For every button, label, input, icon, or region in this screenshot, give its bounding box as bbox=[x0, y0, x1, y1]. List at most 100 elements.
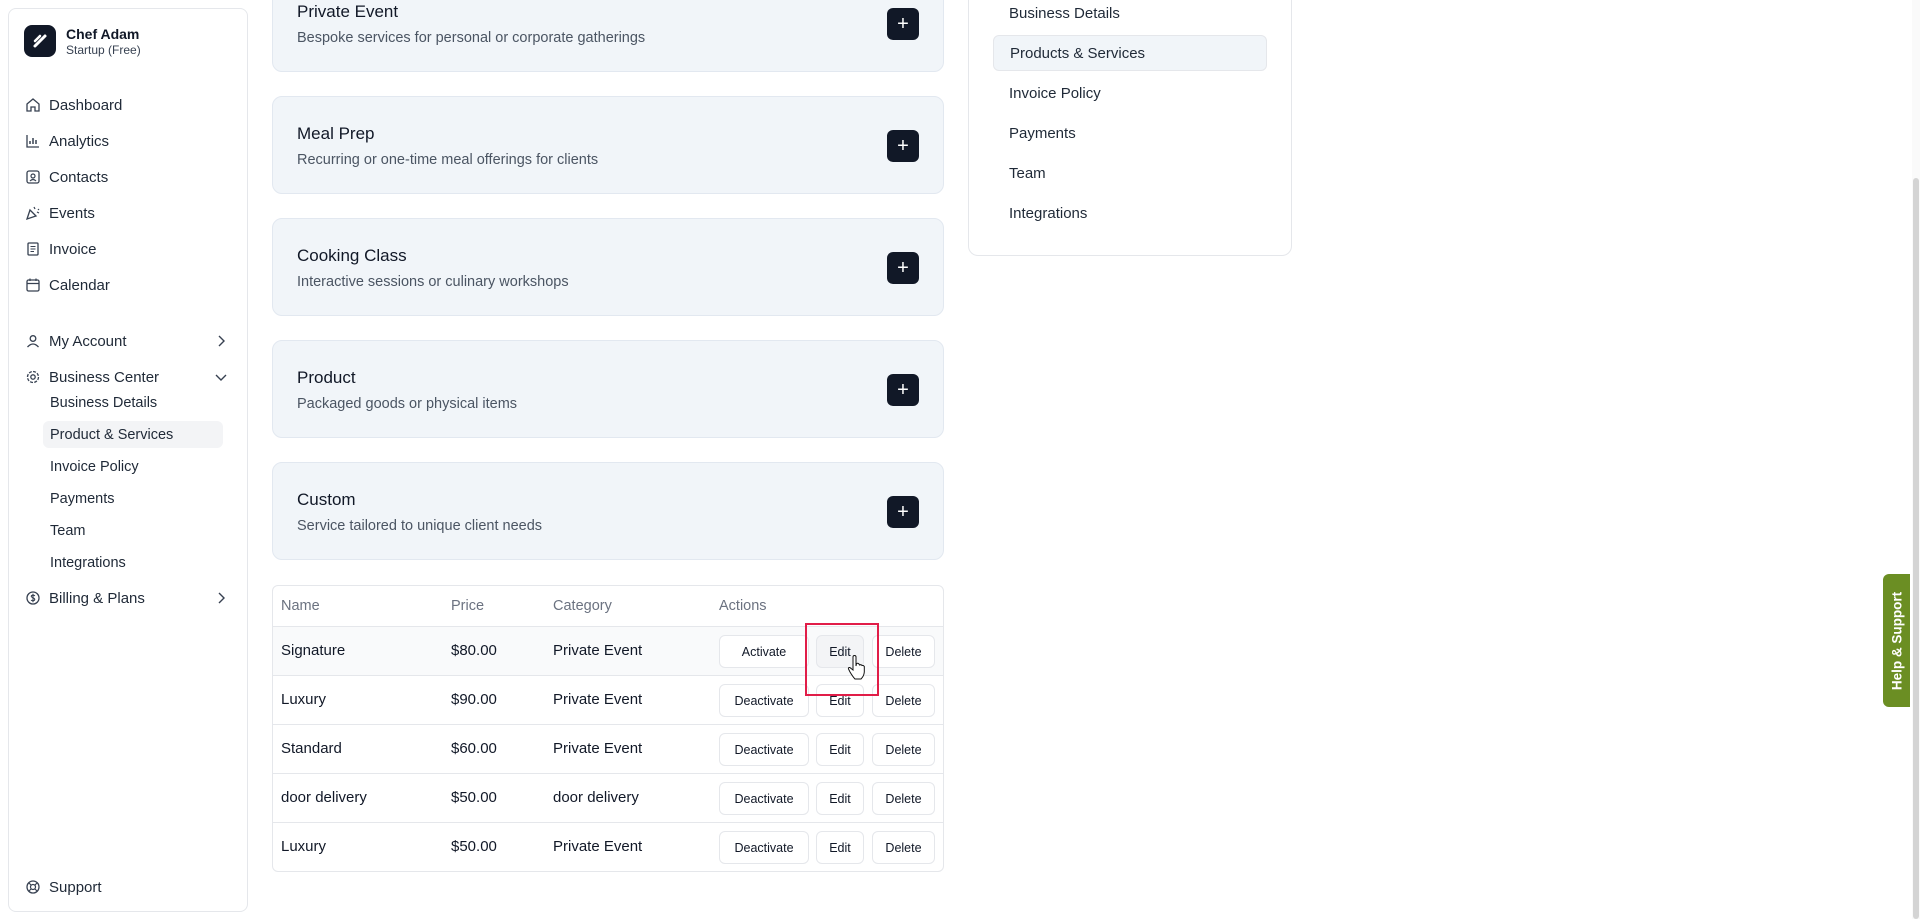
party-popper-icon bbox=[25, 206, 40, 221]
help-support-tab[interactable]: Help & Support bbox=[1883, 574, 1910, 707]
sidebar-item-label: Analytics bbox=[49, 132, 110, 150]
deactivate-button[interactable]: Deactivate bbox=[719, 831, 809, 864]
bar-chart-icon bbox=[26, 135, 39, 148]
card-description: Packaged goods or physical items bbox=[297, 396, 518, 412]
help-support-label: Help & Support bbox=[1889, 591, 1904, 690]
sidebar-item-invoice[interactable]: Invoice bbox=[25, 235, 235, 263]
column-header-name: Name bbox=[281, 598, 320, 614]
delete-button[interactable]: Delete bbox=[872, 733, 935, 766]
sidebar: Chef Adam Startup (Free) Dashboard Analy… bbox=[8, 8, 248, 912]
column-header-category: Category bbox=[553, 598, 612, 614]
product-name: Luxury bbox=[281, 838, 327, 855]
delete-button[interactable]: Delete bbox=[872, 684, 935, 717]
add-custom-button[interactable]: + bbox=[887, 496, 919, 528]
delete-button[interactable]: Delete bbox=[872, 782, 935, 815]
sidebar-item-label: Dashboard bbox=[49, 96, 123, 114]
scrollbar-thumb[interactable] bbox=[1913, 178, 1919, 919]
sidebar-item-dashboard[interactable]: Dashboard bbox=[25, 91, 235, 119]
chevron-right-icon bbox=[218, 592, 225, 604]
sidebar-item-label: Contacts bbox=[49, 168, 109, 186]
sidebar-item-analytics[interactable]: Analytics bbox=[25, 127, 235, 155]
add-cooking-class-button[interactable]: + bbox=[887, 252, 919, 284]
sidebar-subitem-team[interactable]: Team bbox=[43, 517, 223, 544]
receipt-icon bbox=[27, 242, 39, 256]
category-card-custom: Custom Service tailored to unique client… bbox=[272, 462, 944, 560]
delete-button[interactable]: Delete bbox=[872, 635, 935, 668]
column-header-actions: Actions bbox=[719, 598, 767, 614]
gear-icon bbox=[26, 370, 40, 384]
sidebar-subitem-integrations[interactable]: Integrations bbox=[43, 549, 223, 576]
category-card-private-event: Private Event Bespoke services for perso… bbox=[272, 0, 944, 72]
calendar-icon bbox=[26, 278, 40, 292]
product-category: Private Event bbox=[553, 740, 643, 757]
deactivate-button[interactable]: Deactivate bbox=[719, 782, 809, 815]
card-title: Private Event bbox=[297, 2, 399, 21]
activate-button[interactable]: Activate bbox=[719, 635, 809, 668]
hand-cursor-icon bbox=[847, 655, 865, 680]
settings-item-payments[interactable]: Payments bbox=[993, 115, 1267, 151]
sidebar-item-billing-plans[interactable]: Billing & Plans bbox=[25, 584, 235, 612]
add-private-event-button[interactable]: + bbox=[887, 8, 919, 40]
settings-panel: Business Details Products & Services Inv… bbox=[968, 0, 1292, 256]
edit-button[interactable]: Edit bbox=[816, 782, 864, 815]
delete-button[interactable]: Delete bbox=[872, 831, 935, 864]
sidebar-subitem-invoice-policy[interactable]: Invoice Policy bbox=[43, 453, 223, 480]
product-price: $50.00 bbox=[451, 789, 497, 806]
sidebar-subitem-business-details[interactable]: Business Details bbox=[43, 389, 223, 416]
sidebar-item-label: Events bbox=[49, 204, 95, 222]
card-title: Cooking Class bbox=[297, 246, 407, 265]
column-header-price: Price bbox=[451, 598, 485, 614]
card-title: Custom bbox=[297, 490, 356, 509]
user-icon bbox=[27, 335, 39, 348]
settings-item-team[interactable]: Team bbox=[993, 155, 1267, 191]
dollar-circle-icon bbox=[26, 591, 40, 605]
sidebar-item-label: Business Center bbox=[49, 368, 160, 386]
edit-button[interactable]: Edit bbox=[816, 831, 864, 864]
product-price: $80.00 bbox=[451, 642, 497, 659]
highlight-box bbox=[805, 623, 879, 696]
lifebuoy-icon bbox=[26, 880, 40, 894]
card-description: Recurring or one-time meal offerings for… bbox=[297, 152, 599, 168]
table-row: Luxury $50.00 Private Event Deactivate E… bbox=[273, 822, 943, 871]
product-category: Private Event bbox=[553, 691, 643, 708]
sidebar-item-label: Support bbox=[49, 878, 102, 896]
brand-name: Chef Adam bbox=[66, 25, 140, 42]
sidebar-subitem-product-services[interactable]: Product & Services bbox=[43, 421, 223, 448]
settings-item-integrations[interactable]: Integrations bbox=[993, 195, 1267, 231]
deactivate-button[interactable]: Deactivate bbox=[719, 684, 809, 717]
product-category: door delivery bbox=[553, 789, 639, 806]
product-name: Standard bbox=[281, 740, 342, 757]
sidebar-item-contacts[interactable]: Contacts bbox=[25, 163, 235, 191]
card-description: Interactive sessions or culinary worksho… bbox=[297, 274, 569, 290]
product-name: Signature bbox=[281, 642, 346, 659]
settings-item-business-details[interactable]: Business Details bbox=[993, 0, 1267, 31]
chevron-right-icon bbox=[218, 335, 225, 347]
settings-item-invoice-policy[interactable]: Invoice Policy bbox=[993, 75, 1267, 111]
card-title: Product bbox=[297, 368, 356, 387]
sidebar-item-label: My Account bbox=[49, 332, 127, 350]
sidebar-subitem-payments[interactable]: Payments bbox=[43, 485, 223, 512]
table-row: Standard $60.00 Private Event Deactivate… bbox=[273, 724, 943, 773]
card-title: Meal Prep bbox=[297, 124, 375, 143]
sidebar-item-my-account[interactable]: My Account bbox=[25, 327, 235, 355]
sidebar-item-calendar[interactable]: Calendar bbox=[25, 271, 235, 299]
chevron-down-icon bbox=[215, 374, 227, 381]
sidebar-item-events[interactable]: Events bbox=[25, 199, 235, 227]
sidebar-item-label: Calendar bbox=[49, 276, 110, 294]
category-card-meal-prep: Meal Prep Recurring or one-time meal off… bbox=[272, 96, 944, 194]
sidebar-item-business-center[interactable]: Business Center bbox=[25, 363, 235, 391]
edit-button[interactable]: Edit bbox=[816, 733, 864, 766]
table-row: door delivery $50.00 door delivery Deact… bbox=[273, 773, 943, 822]
contact-card-icon bbox=[26, 170, 40, 184]
product-name: Luxury bbox=[281, 691, 327, 708]
brand[interactable]: Chef Adam Startup (Free) bbox=[24, 25, 141, 57]
add-product-button[interactable]: + bbox=[887, 374, 919, 406]
sidebar-item-support[interactable]: Support bbox=[25, 873, 235, 901]
product-price: $60.00 bbox=[451, 740, 497, 757]
logo-icon bbox=[24, 25, 56, 57]
settings-item-products-services[interactable]: Products & Services bbox=[993, 35, 1267, 71]
card-description: Bespoke services for personal or corpora… bbox=[297, 30, 646, 46]
category-card-product: Product Packaged goods or physical items… bbox=[272, 340, 944, 438]
add-meal-prep-button[interactable]: + bbox=[887, 130, 919, 162]
deactivate-button[interactable]: Deactivate bbox=[719, 733, 809, 766]
